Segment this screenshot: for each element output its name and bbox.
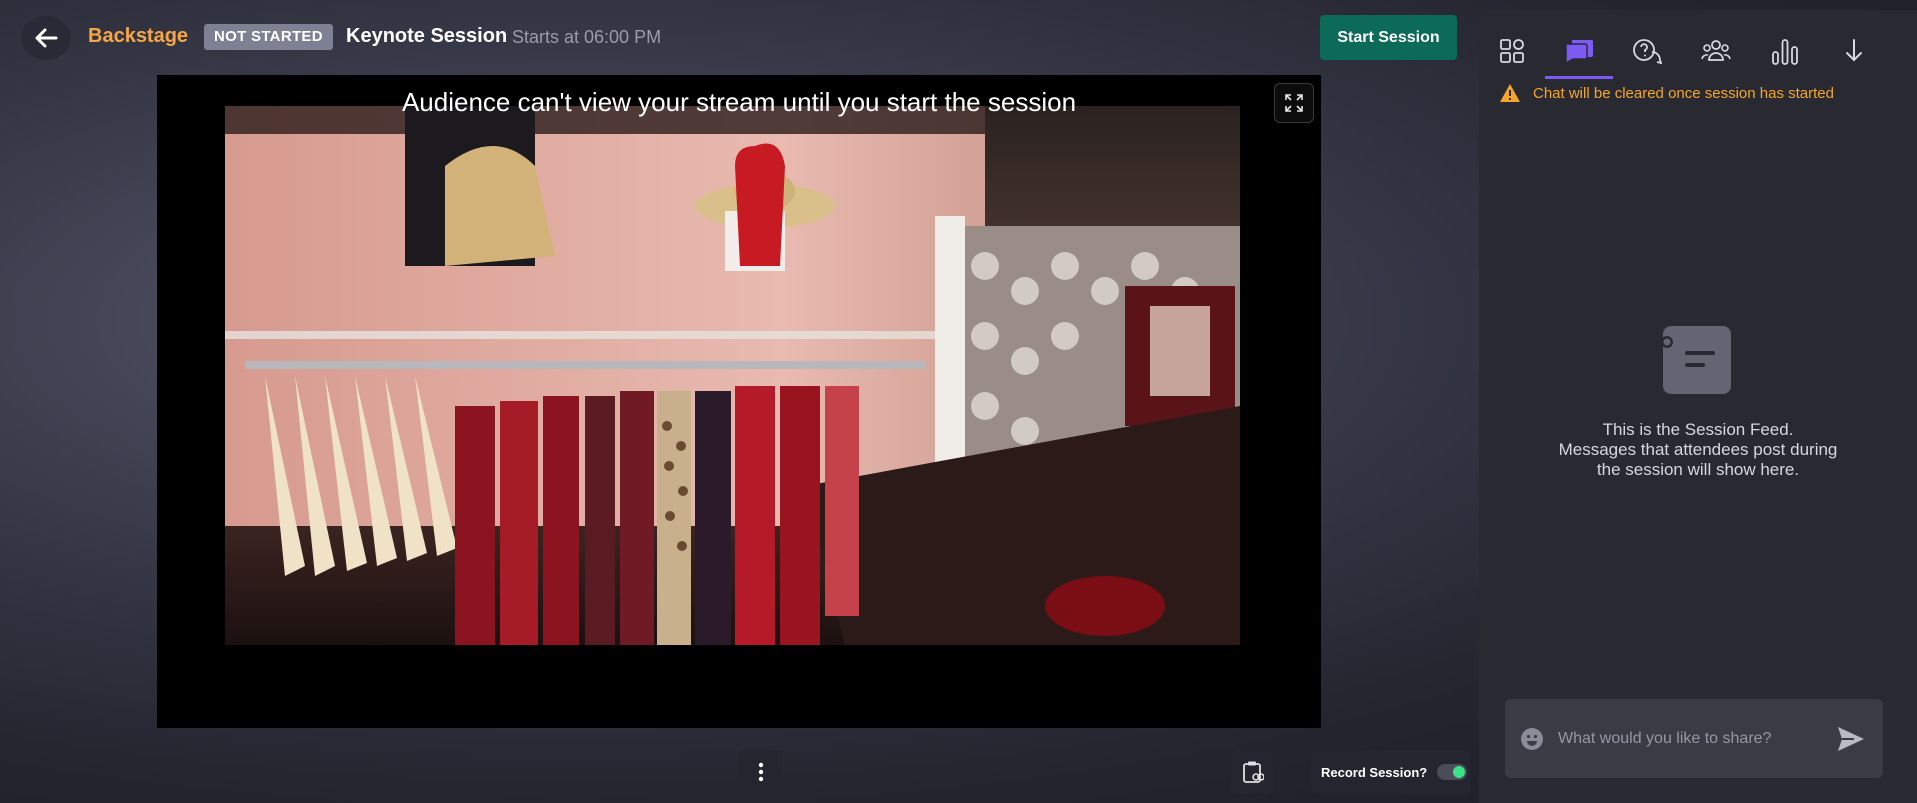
- arrow-down-icon: [1846, 39, 1862, 62]
- session-start-time: Starts at 06:00 PM: [512, 27, 662, 47]
- toggle-knob: [1453, 766, 1466, 778]
- empty-feed-line-2: Messages that attendees post during: [1558, 440, 1838, 459]
- tab-people[interactable]: [1686, 34, 1746, 90]
- emoji-button[interactable]: [1520, 727, 1544, 751]
- empty-feed-icon: [1661, 326, 1731, 394]
- apps-icon: [1500, 39, 1524, 63]
- chat-composer: [1505, 699, 1883, 778]
- store-scene-image: [225, 106, 1240, 645]
- record-session-control: Record Session?: [1311, 750, 1471, 794]
- collapse-panel-button[interactable]: [1824, 34, 1884, 90]
- stage-notice: Audience can't view your stream until yo…: [401, 87, 1077, 117]
- more-options-button[interactable]: [739, 750, 783, 794]
- stream-video: [225, 106, 1240, 645]
- empty-feed-line-1: This is the Session Feed.: [1602, 420, 1794, 439]
- bar-chart-icon: [1772, 39, 1798, 65]
- tab-polls[interactable]: [1755, 34, 1815, 90]
- status-badge: NOT STARTED: [204, 24, 333, 50]
- tab-questions[interactable]: [1617, 34, 1677, 90]
- notes-button[interactable]: [1231, 750, 1275, 794]
- clipboard-link-icon: [1243, 761, 1264, 783]
- empty-feed-line-3: the session will show here.: [1596, 460, 1800, 479]
- back-button[interactable]: [21, 16, 71, 60]
- warning-icon: [1500, 84, 1520, 102]
- expand-icon: [1285, 94, 1303, 112]
- people-icon: [1701, 40, 1731, 61]
- side-panel: Chat will be cleared once session has st…: [1479, 10, 1917, 803]
- send-icon: [1838, 726, 1864, 751]
- tab-apps[interactable]: [1482, 34, 1542, 90]
- chat-input[interactable]: [1556, 728, 1837, 749]
- arrow-left-icon: [35, 28, 58, 48]
- emoji-icon: [1521, 727, 1543, 750]
- questions-icon: [1633, 39, 1662, 64]
- session-title: Keynote Session: [346, 25, 508, 47]
- backstage-label: Backstage: [88, 25, 189, 47]
- fullscreen-button[interactable]: [1274, 83, 1314, 123]
- vertical-dots-icon: [758, 762, 764, 782]
- active-tab-indicator: [1545, 76, 1613, 79]
- empty-feed-message: This is the Session Feed. Messages that …: [1519, 420, 1877, 480]
- chat-icon: [1565, 40, 1593, 64]
- chat-warning-text: Chat will be cleared once session has st…: [1533, 84, 1834, 102]
- record-session-toggle[interactable]: [1437, 764, 1468, 780]
- tab-chat[interactable]: [1549, 34, 1609, 90]
- record-session-label: Record Session?: [1321, 764, 1428, 780]
- stream-stage: Audience can't view your stream until yo…: [157, 75, 1321, 728]
- chat-warning: Chat will be cleared once session has st…: [1499, 83, 1834, 103]
- start-session-button[interactable]: Start Session: [1320, 15, 1457, 60]
- send-button[interactable]: [1837, 726, 1865, 752]
